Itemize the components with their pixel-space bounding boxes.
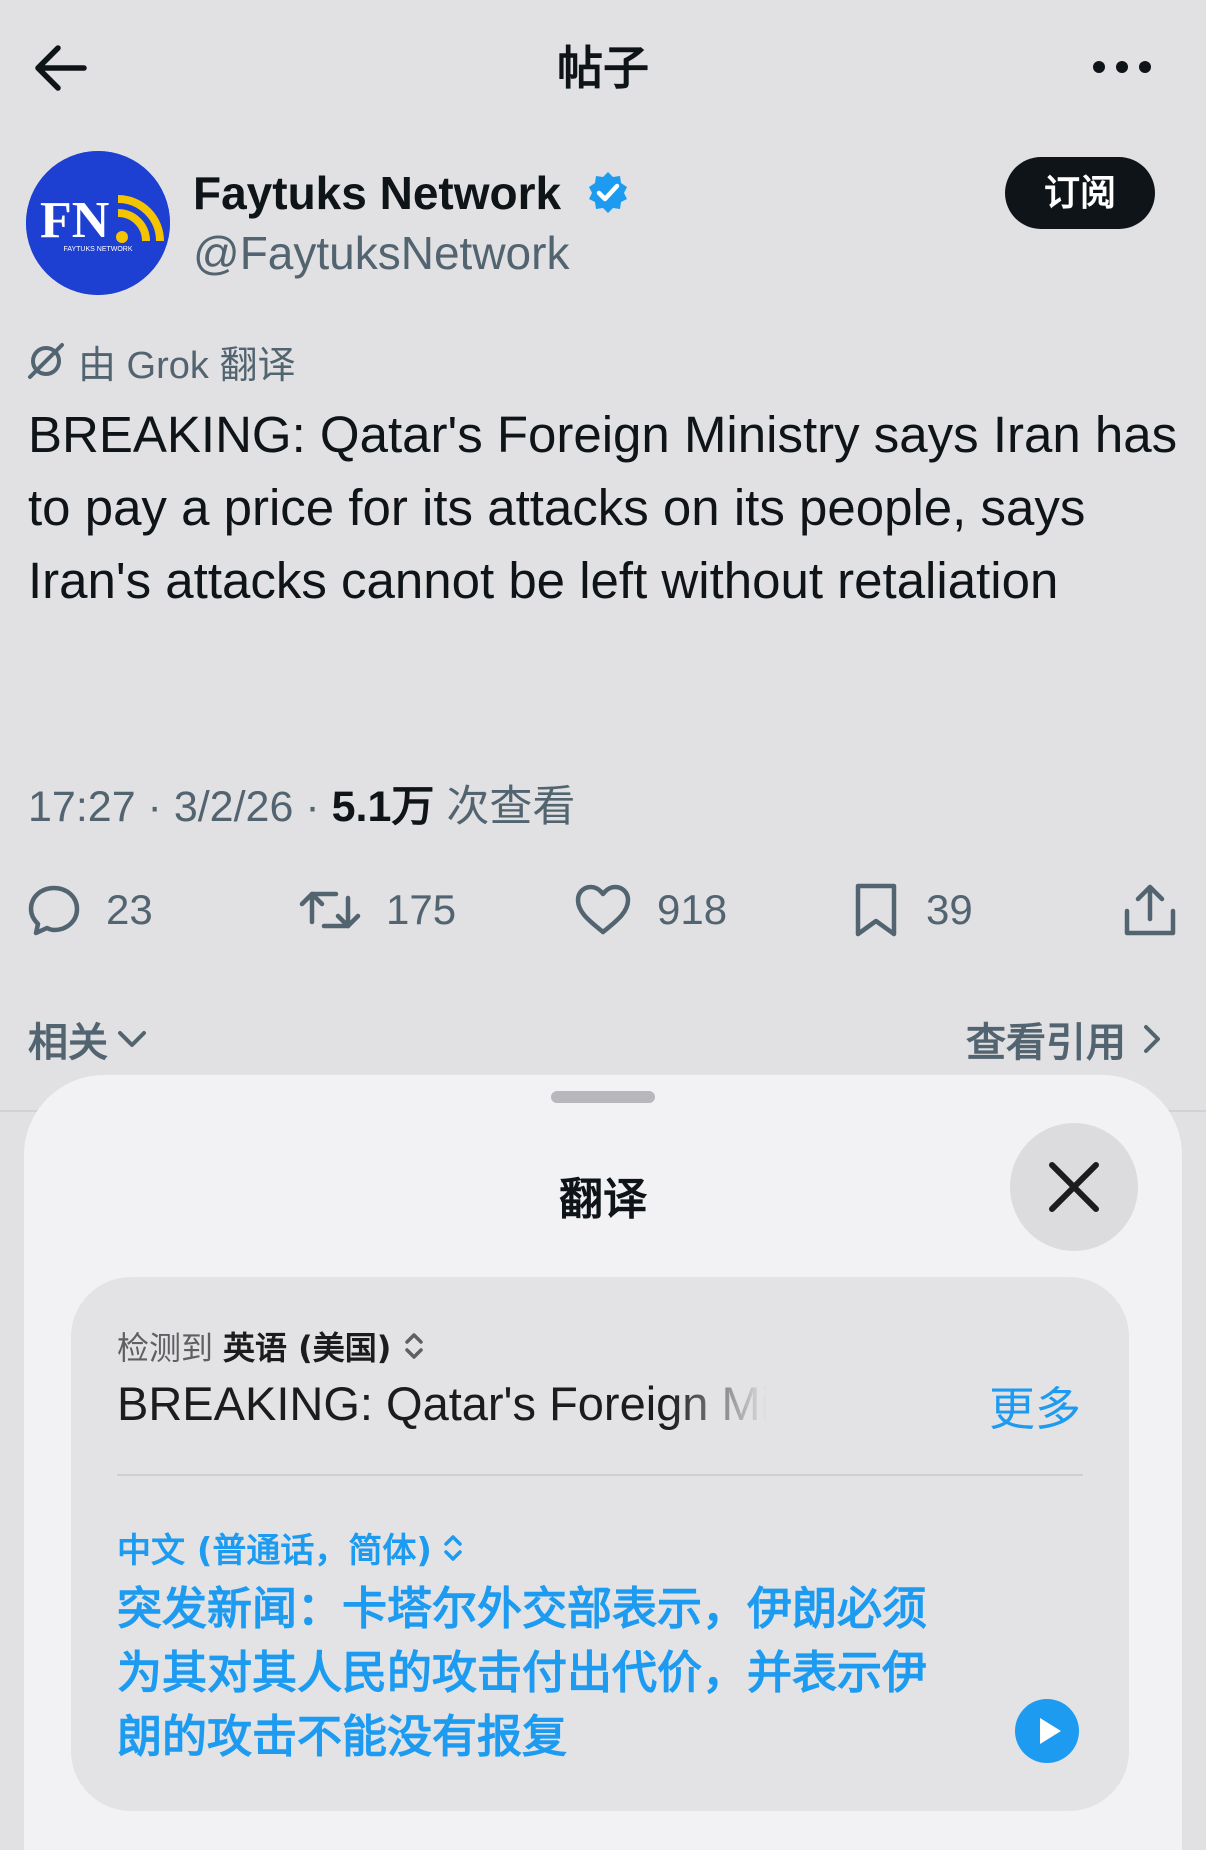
sheet-grabber[interactable]	[551, 1091, 655, 1103]
chevron-down-icon	[118, 1031, 146, 1047]
subscribe-button[interactable]: 订阅	[1005, 157, 1155, 229]
share-button[interactable]	[1122, 875, 1202, 945]
related-label: 相关	[28, 1020, 108, 1066]
translate-sheet: 翻译 检测到 英语 (美国) BREAKING: Qatar's Foreign…	[24, 1075, 1182, 1850]
source-text: BREAKING: Qatar's Foreign Ministry says …	[117, 1377, 767, 1430]
chevron-updown-icon	[405, 1333, 424, 1359]
bookmark-button[interactable]: 39	[850, 875, 973, 945]
target-language-selector[interactable]: 中文 (普通话，简体)	[117, 1523, 466, 1572]
grok-translation-label: 由 Grok 翻译	[78, 344, 296, 387]
more-button[interactable]	[1090, 52, 1154, 82]
reply-icon	[28, 885, 80, 936]
close-button[interactable]	[1010, 1123, 1138, 1251]
heart-icon	[575, 884, 631, 935]
reply-button[interactable]: 23	[26, 875, 153, 945]
action-bar: 23 175 918 39	[0, 875, 1206, 945]
retweet-button[interactable]: 175	[298, 875, 456, 945]
page-title: 帖子	[557, 41, 649, 95]
play-icon	[1040, 1718, 1061, 1744]
chevron-updown-icon	[444, 1534, 462, 1561]
source-language-selector[interactable]: 检测到 英语 (美国)	[117, 1323, 427, 1369]
target-text: 突发新闻：卡塔尔外交部表示，伊朗必须为其对其人民的攻击付出代价，并表示伊朗的攻击…	[117, 1582, 928, 1763]
like-button[interactable]: 918	[573, 875, 727, 945]
grok-icon	[28, 343, 64, 379]
bookmark-count: 39	[926, 886, 973, 933]
card-divider	[117, 1474, 1083, 1476]
sheet-title: 翻译	[559, 1174, 647, 1225]
related-toggle[interactable]: 相关	[28, 1010, 150, 1068]
detected-prefix: 检测到	[117, 1329, 214, 1367]
ellipsis-icon	[1093, 61, 1151, 73]
close-icon	[1049, 1162, 1099, 1212]
chevron-right-icon	[1144, 1025, 1160, 1053]
display-name[interactable]: Faytuks Network	[193, 166, 561, 220]
view-quotes-label: 查看引用	[966, 1020, 1126, 1066]
tweet-meta: 17:27 · 3/2/26 · 5.1万 次查看	[28, 772, 575, 834]
verified-badge-icon	[589, 172, 627, 213]
grok-translation-note[interactable]: 由 Grok 翻译	[26, 336, 296, 387]
top-bar: 帖子	[0, 0, 1206, 130]
bookmark-icon	[855, 883, 897, 937]
share-icon	[1124, 884, 1176, 936]
target-language: 中文 (普通话，简体)	[117, 1531, 432, 1571]
view-count: 5.1万	[331, 783, 435, 831]
retweet-count: 175	[386, 886, 457, 933]
play-button[interactable]	[1015, 1699, 1079, 1763]
avatar-letters: FN	[40, 192, 109, 249]
faytuks-logo: FN FAYTUKS NETWORK	[26, 151, 170, 295]
view-quotes-link[interactable]: 查看引用	[966, 1010, 1166, 1068]
tweet-timestamp: 17:27 · 3/2/26 ·	[28, 783, 332, 831]
source-language: 英语 (美国)	[223, 1329, 392, 1367]
retweet-icon	[299, 891, 361, 929]
like-count: 918	[657, 886, 728, 933]
translation-card: 检测到 英语 (美国) BREAKING: Qatar's Foreign Mi…	[71, 1277, 1129, 1811]
view-label: 次查看	[434, 783, 576, 831]
tweet-text: BREAKING: Qatar's Foreign Ministry says …	[28, 406, 1178, 609]
reply-count: 23	[106, 886, 153, 933]
more-link[interactable]: 更多	[989, 1373, 1081, 1439]
avatar[interactable]: FN FAYTUKS NETWORK	[26, 151, 170, 295]
avatar-subtext: FAYTUKS NETWORK	[63, 246, 132, 253]
handle[interactable]: @FaytuksNetwork	[193, 226, 569, 280]
